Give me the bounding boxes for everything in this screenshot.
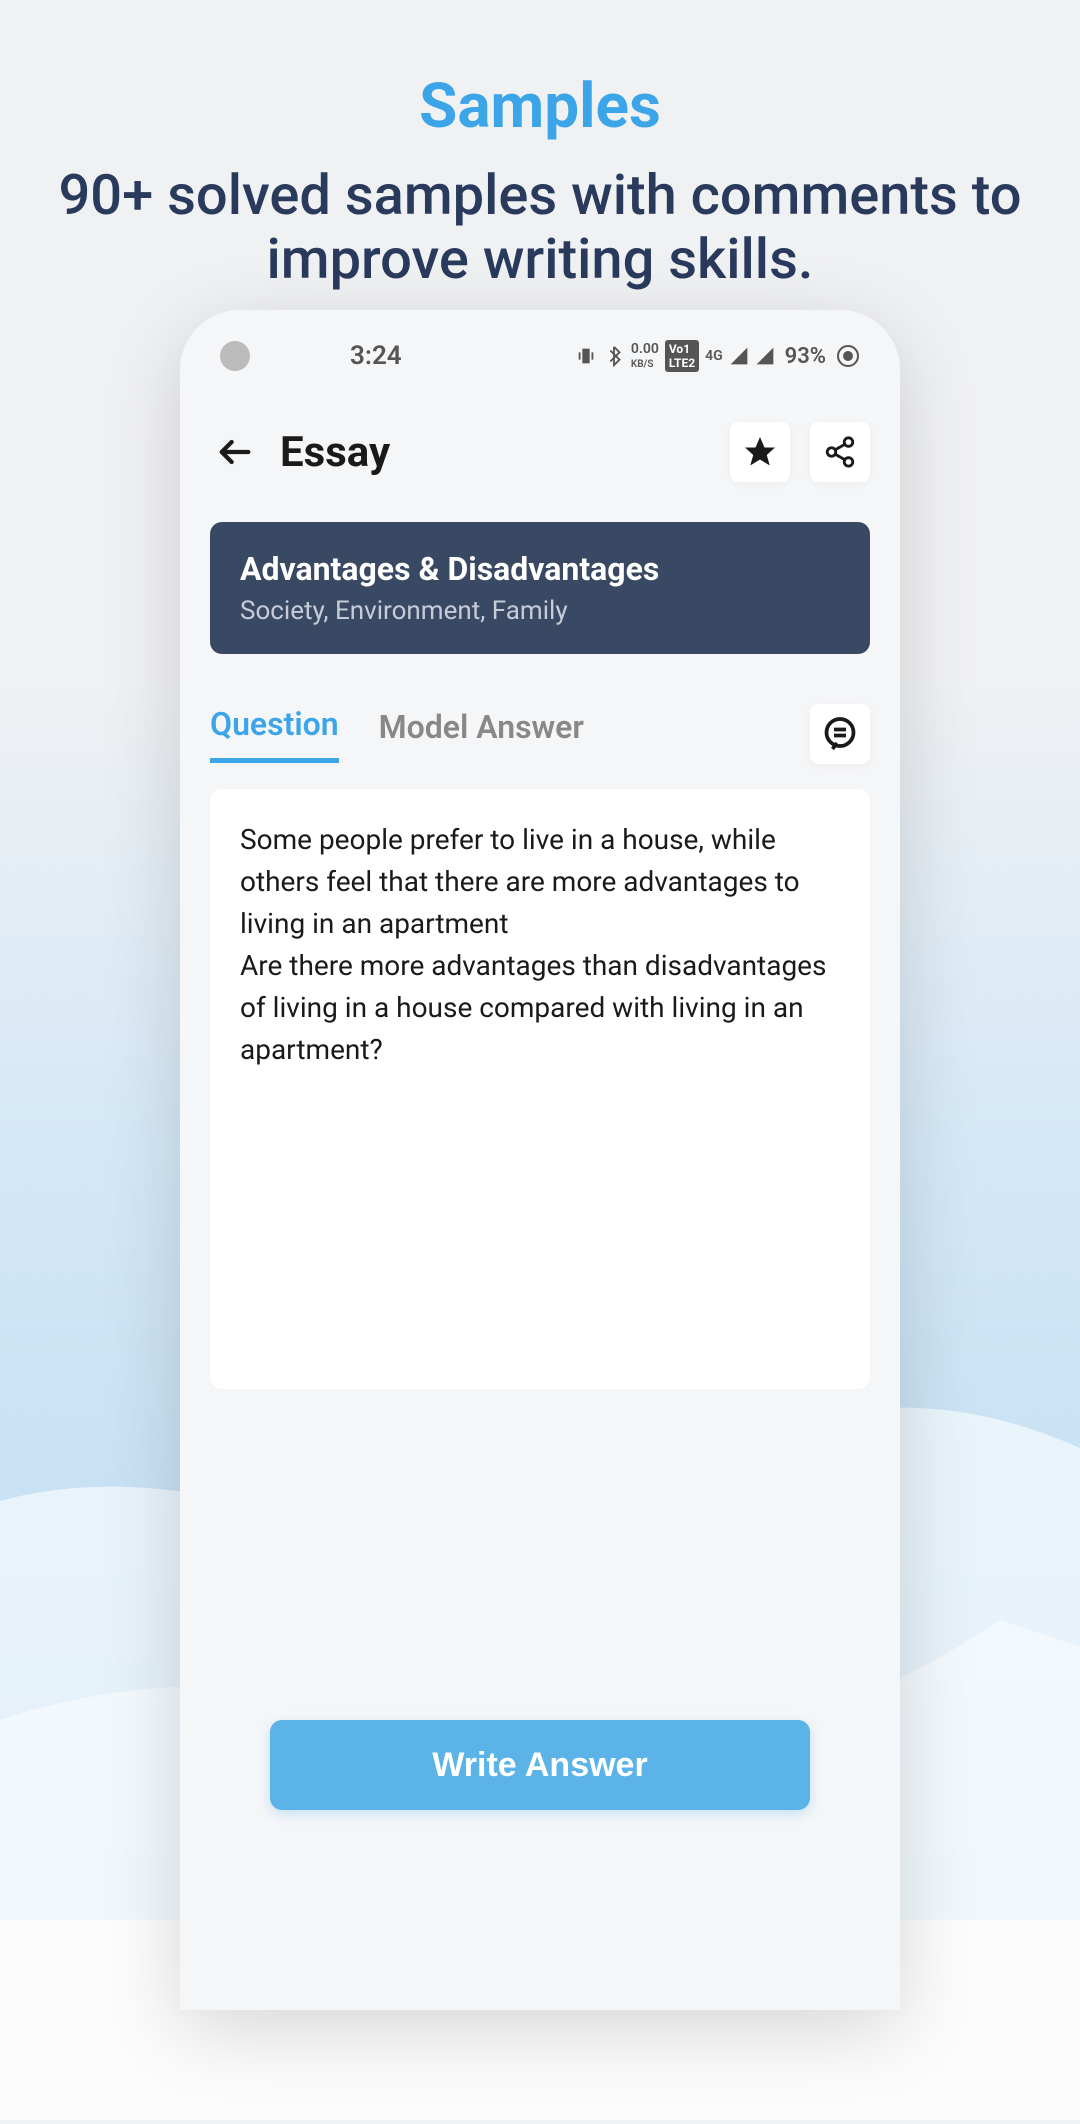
share-button[interactable]: [810, 422, 870, 482]
question-text: Some people prefer to live in a house, w…: [240, 819, 840, 1071]
favorite-button[interactable]: [730, 422, 790, 482]
tabs-row: Question Model Answer: [180, 684, 900, 764]
promo-subtitle: 90+ solved samples with comments to impr…: [40, 163, 1040, 292]
signal-4g-label: 4G: [705, 348, 723, 364]
promo-header: Samples 90+ solved samples with comments…: [0, 0, 1080, 332]
category-card[interactable]: Advantages & Disadvantages Society, Envi…: [210, 522, 870, 654]
signal-icon: [729, 346, 749, 366]
star-icon: [742, 434, 778, 470]
write-answer-label: Write Answer: [432, 1746, 647, 1785]
status-time: 3:24: [350, 341, 402, 371]
back-button[interactable]: [210, 427, 260, 477]
battery-percent: 93%: [785, 344, 826, 369]
category-subtitle: Society, Environment, Family: [240, 596, 840, 626]
vibrate-icon: [575, 345, 597, 367]
battery-icon: [836, 344, 860, 368]
arrow-left-icon: [215, 432, 255, 472]
volte-icon: Vo1LTE2: [665, 340, 699, 372]
app-title: Essay: [280, 428, 390, 477]
status-right: 0.00KB/S Vo1LTE2 4G 93%: [575, 340, 860, 372]
phone-mockup: 3:24 0.00KB/S Vo1LTE2 4G 93% Essay: [180, 310, 900, 2010]
share-icon: [823, 435, 857, 469]
status-icons: 0.00KB/S Vo1LTE2 4G: [575, 340, 775, 372]
write-answer-button[interactable]: Write Answer: [270, 1720, 810, 1810]
status-bar: 3:24 0.00KB/S Vo1LTE2 4G 93%: [180, 310, 900, 392]
promo-title: Samples: [40, 70, 1040, 143]
comment-icon: [822, 716, 858, 752]
header-actions: [730, 422, 870, 482]
tab-question[interactable]: Question: [210, 705, 339, 763]
signal-icon-2: [755, 346, 775, 366]
question-card: Some people prefer to live in a house, w…: [210, 789, 870, 1389]
bluetooth-icon: [603, 345, 625, 367]
comments-button[interactable]: [810, 704, 870, 764]
camera-punch-hole: [220, 341, 250, 371]
app-header: Essay: [180, 392, 900, 522]
network-speed: 0.00KB/S: [631, 342, 659, 370]
category-title: Advantages & Disadvantages: [240, 550, 840, 588]
tab-model-answer[interactable]: Model Answer: [379, 708, 584, 761]
